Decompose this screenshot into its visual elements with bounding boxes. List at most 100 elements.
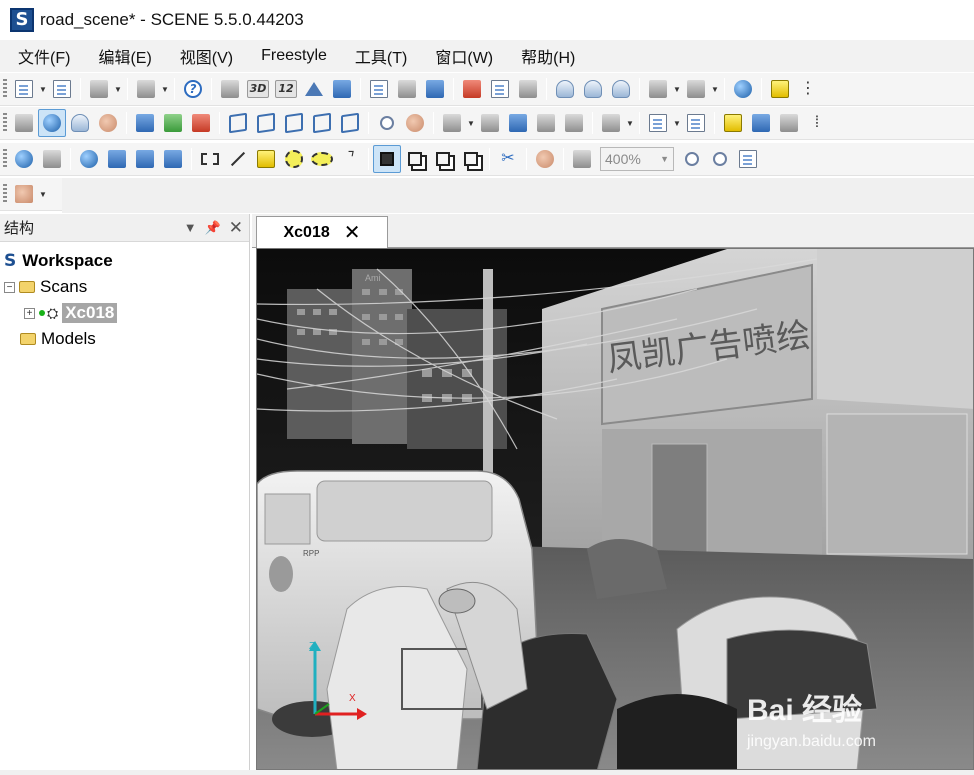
- camera-button[interactable]: [644, 75, 672, 103]
- line-button[interactable]: [224, 145, 252, 173]
- list-button[interactable]: [514, 75, 542, 103]
- video-dropdown-arrow[interactable]: ▼: [466, 109, 476, 137]
- menu-file[interactable]: 文件(F): [8, 44, 80, 68]
- tab-close-icon[interactable]: ✕: [344, 223, 361, 243]
- move-right-button[interactable]: [187, 109, 215, 137]
- new-dropdown-arrow[interactable]: ▼: [38, 75, 48, 103]
- menu-freestyle[interactable]: Freestyle: [251, 47, 337, 65]
- map-button[interactable]: [747, 109, 775, 137]
- save-dropdown-arrow[interactable]: ▼: [113, 75, 123, 103]
- refresh-button[interactable]: [10, 145, 38, 173]
- record-button[interactable]: [532, 109, 560, 137]
- settings-button[interactable]: [216, 75, 244, 103]
- camera-add-dropdown-arrow[interactable]: ▼: [710, 75, 720, 103]
- print-dropdown-arrow[interactable]: ▼: [160, 75, 170, 103]
- move-up-button[interactable]: [131, 109, 159, 137]
- report2-button[interactable]: [682, 109, 710, 137]
- grid-button[interactable]: [644, 109, 672, 137]
- help-button[interactable]: ?: [179, 75, 207, 103]
- copy-button[interactable]: [365, 75, 393, 103]
- more2-button[interactable]: ⁞: [803, 109, 831, 137]
- print-button[interactable]: [132, 75, 160, 103]
- select-overlap-button[interactable]: [401, 145, 429, 173]
- fit-button[interactable]: [568, 145, 596, 173]
- photo-button[interactable]: [10, 180, 38, 208]
- tree-item-models[interactable]: Models: [0, 326, 249, 352]
- video-button[interactable]: [438, 109, 466, 137]
- globe-view-button[interactable]: [38, 109, 66, 137]
- tree-item-scans[interactable]: − Scans: [0, 274, 249, 300]
- zoom-in-button[interactable]: [706, 145, 734, 173]
- footprint-button[interactable]: [66, 109, 94, 137]
- new-project-button[interactable]: [10, 75, 38, 103]
- page-button[interactable]: [734, 145, 762, 173]
- object-button[interactable]: [94, 109, 122, 137]
- doc-blue-button[interactable]: [103, 145, 131, 173]
- cut-button[interactable]: ✂: [494, 145, 522, 173]
- cloud-add-button[interactable]: [551, 75, 579, 103]
- photo-dropdown-arrow[interactable]: ▼: [38, 180, 48, 208]
- menu-edit[interactable]: 编辑(E): [88, 44, 161, 68]
- calendar-button[interactable]: [458, 75, 486, 103]
- tree-item-workspace[interactable]: S Workspace: [0, 248, 249, 274]
- pin-icon[interactable]: 📌: [205, 220, 221, 236]
- cube-iso-button[interactable]: [336, 109, 364, 137]
- tab-xc018[interactable]: Xc018 ✕: [256, 216, 388, 249]
- ellipse-select-button[interactable]: [308, 145, 336, 173]
- dots-button[interactable]: [159, 145, 187, 173]
- toolbar-grip[interactable]: [3, 184, 7, 204]
- select-outside-button[interactable]: [429, 145, 457, 173]
- cube-front-button[interactable]: [224, 109, 252, 137]
- report-button[interactable]: [486, 75, 514, 103]
- scanner-button[interactable]: [476, 109, 504, 137]
- search-button[interactable]: [373, 109, 401, 137]
- device-dropdown-arrow[interactable]: ▼: [625, 109, 635, 137]
- frame-button[interactable]: [560, 109, 588, 137]
- camera-dropdown-arrow[interactable]: ▼: [672, 75, 682, 103]
- open-button[interactable]: [48, 75, 76, 103]
- rect-select-button[interactable]: [196, 145, 224, 173]
- expand-toggle[interactable]: +: [24, 307, 35, 319]
- toolbar-grip[interactable]: [3, 113, 7, 133]
- view-3d-button[interactable]: 3D: [244, 75, 272, 103]
- select-intersect-button[interactable]: [457, 145, 485, 173]
- tree-item-scan-xc018[interactable]: + ⛭ Xc018: [0, 300, 249, 326]
- circle-select-button[interactable]: [280, 145, 308, 173]
- clear-button[interactable]: [393, 75, 421, 103]
- cube-right-button[interactable]: [308, 109, 336, 137]
- view-12-button[interactable]: 12: [272, 75, 300, 103]
- corner-button[interactable]: ⌝: [336, 145, 364, 173]
- doc-stack-button[interactable]: [131, 145, 159, 173]
- image-view-button[interactable]: [328, 75, 356, 103]
- cube-left-button[interactable]: [280, 109, 308, 137]
- menu-tools[interactable]: 工具(T): [345, 44, 417, 68]
- cloud-sync-button[interactable]: [579, 75, 607, 103]
- move-green-button[interactable]: [159, 109, 187, 137]
- menu-help[interactable]: 帮助(H): [511, 44, 585, 68]
- close-icon[interactable]: ✕: [229, 218, 243, 238]
- home-button[interactable]: [300, 75, 328, 103]
- select-inside-button[interactable]: [373, 145, 401, 173]
- scanner-blue-button[interactable]: [504, 109, 532, 137]
- more-button[interactable]: ⋮: [794, 75, 822, 103]
- target-button[interactable]: [401, 109, 429, 137]
- point-button[interactable]: [75, 145, 103, 173]
- scan-viewport[interactable]: Ami 凤凯广告喷绘 RPP Z X Bai 经验 jingyan.baidu.…: [256, 248, 974, 770]
- checker-button[interactable]: [38, 145, 66, 173]
- menu-view[interactable]: 视图(V): [170, 44, 243, 68]
- menu-window[interactable]: 窗口(W): [425, 44, 503, 68]
- navigate-button[interactable]: [729, 75, 757, 103]
- camera-add-button[interactable]: [682, 75, 710, 103]
- import-button[interactable]: [421, 75, 449, 103]
- toolbar-grip[interactable]: [3, 79, 7, 99]
- plane-view-button[interactable]: [10, 109, 38, 137]
- grid-dropdown-arrow[interactable]: ▼: [672, 109, 682, 137]
- cube-back-button[interactable]: [252, 109, 280, 137]
- cloud-remove-button[interactable]: [607, 75, 635, 103]
- pen-button[interactable]: [775, 109, 803, 137]
- device-button[interactable]: [597, 109, 625, 137]
- panel-menu-icon[interactable]: ▼: [184, 220, 197, 235]
- toolbar-grip[interactable]: [3, 149, 7, 169]
- collapse-toggle[interactable]: −: [4, 281, 15, 293]
- zoom-level-select[interactable]: 400% ▼: [600, 147, 674, 171]
